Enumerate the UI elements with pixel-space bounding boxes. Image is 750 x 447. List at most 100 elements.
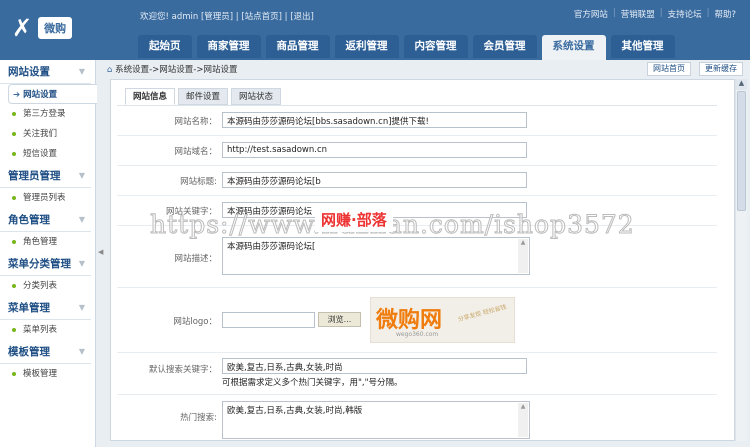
bullet-icon xyxy=(12,111,16,116)
nav-tab-products[interactable]: 商品管理 xyxy=(265,35,330,58)
sidebar-group-menus[interactable]: 菜单管理 ▼ xyxy=(0,296,91,320)
main-nav: 起始页 商家管理 商品管理 返利管理 内容管理 会员管理 系统设置 其他管理 xyxy=(138,35,675,60)
item-label: 分类列表 xyxy=(23,281,58,291)
settings-tabs: 网站信息 邮件设置 网站状态 xyxy=(125,88,282,105)
sidebar-item-third-party-login[interactable]: 第三方登录 xyxy=(0,104,95,124)
logo-preview-url: wego360.com xyxy=(396,331,439,338)
bullet-icon xyxy=(12,151,16,156)
logo-figure-icon: ✗ xyxy=(12,14,33,42)
site-name-input[interactable]: 本源码由莎莎源码论坛[bbs.sasadown.cn]提供下载! xyxy=(222,112,527,128)
default-keywords-input[interactable]: 欧美,复古,日系,古典,女装,时尚 xyxy=(222,358,527,374)
sidebar-group-site-settings[interactable]: 网站设置 ▼ xyxy=(0,60,91,84)
nav-tab-system[interactable]: 系统设置 xyxy=(541,35,606,60)
textarea-value: 本源码由莎莎源码论坛[ xyxy=(227,242,316,252)
bullet-icon xyxy=(12,371,16,376)
chevron-down-icon: ▼ xyxy=(78,303,85,312)
site-desc-label: 网站描述： xyxy=(174,254,217,264)
chevron-down-icon: ▼ xyxy=(78,171,85,180)
default-keywords-hint: 可根据需求定义多个热门关键字，用","号分隔。 xyxy=(222,378,403,388)
sidebar-item-category-list[interactable]: 分类列表 xyxy=(0,276,95,296)
triangle-left-icon: ◀ xyxy=(98,248,104,256)
tab-site-info[interactable]: 网站信息 xyxy=(125,88,176,105)
item-label: 网站设置 xyxy=(23,90,58,100)
chevron-down-icon: ▼ xyxy=(78,347,85,356)
hot-search-textarea[interactable]: 欧美,复古,日系,古典,女装,时尚,韩版 ▲ xyxy=(222,401,530,439)
sidebar-group-menu-categories[interactable]: 菜单分类管理 ▼ xyxy=(0,252,91,276)
bullet-icon xyxy=(12,283,16,288)
nav-tab-other[interactable]: 其他管理 xyxy=(610,35,675,58)
bullet-icon xyxy=(12,195,16,200)
link-official[interactable]: 官方网站 xyxy=(574,8,608,20)
site-name-label: 网站名称： xyxy=(174,117,217,127)
chevron-down-icon: ▼ xyxy=(78,215,85,224)
logo-preview-text: 微购网 xyxy=(376,308,443,333)
item-label: 菜单列表 xyxy=(23,325,58,335)
hot-search-label: 热门搜索: xyxy=(180,413,217,423)
sidebar-item-roles[interactable]: 角色管理 xyxy=(0,232,95,252)
sidebar-item-sms[interactable]: 短信设置 xyxy=(0,144,95,164)
scrollbar-thumb[interactable] xyxy=(737,91,746,211)
refresh-cache-button[interactable]: 更新缓存 xyxy=(699,62,743,76)
group-title: 菜单管理 xyxy=(8,302,50,314)
bullet-icon xyxy=(12,327,16,332)
tab-mail-settings[interactable]: 邮件设置 xyxy=(178,88,229,105)
bullet-icon xyxy=(12,239,16,244)
settings-form: 网站名称： 本源码由莎莎源码论坛[bbs.sasadown.cn]提供下载! 网站… xyxy=(117,105,717,441)
textarea-value: 欧美,复古,日系,古典,女装,时尚,韩版 xyxy=(227,406,363,416)
default-keywords-label: 默认搜索关键字： xyxy=(148,365,217,375)
item-label: 模板管理 xyxy=(23,369,58,379)
scrollbar[interactable]: ▲ xyxy=(518,239,528,273)
watermark-logo: 网赚·部落 xyxy=(315,207,393,232)
browse-button[interactable]: 浏览... xyxy=(318,312,361,327)
breadcrumb: ⌂ 系统设置->网站设置->网站设置 xyxy=(107,63,238,75)
logo-text: 微购 xyxy=(38,17,73,39)
site-title-input[interactable]: 本源码由莎莎源码论坛[b xyxy=(222,172,527,188)
nav-tab-rebates[interactable]: 返利管理 xyxy=(334,35,399,58)
logo-preview: 微购网 wego360.com 分享发现 轻松省钱 xyxy=(370,297,515,343)
sidebar-item-menu-list[interactable]: 菜单列表 xyxy=(0,320,95,340)
sidebar-collapse-toggle[interactable]: ◀ xyxy=(97,60,105,447)
item-label: 关注我们 xyxy=(23,129,58,139)
sidebar-group-admins[interactable]: 管理员管理 ▼ xyxy=(0,164,91,188)
nav-tab-merchants[interactable]: 商家管理 xyxy=(196,35,261,58)
item-label: 第三方登录 xyxy=(23,109,66,119)
group-title: 管理员管理 xyxy=(8,170,61,182)
page-scrollbar[interactable]: ▲ xyxy=(735,79,747,441)
top-links: 官方网站 | 营销联盟 | 支持论坛 | 帮助? xyxy=(573,8,736,20)
nav-tab-content[interactable]: 内容管理 xyxy=(403,35,468,58)
sidebar-item-admin-list[interactable]: 管理员列表 xyxy=(0,188,95,208)
scroll-up-icon[interactable]: ▲ xyxy=(736,79,747,90)
tab-site-status[interactable]: 网站状态 xyxy=(231,88,282,105)
breadcrumb-bar: ⌂ 系统设置->网站设置->网站设置 网站首页 更新缓存 xyxy=(105,60,750,78)
logo-file-input[interactable] xyxy=(222,312,315,328)
item-label: 管理员列表 xyxy=(23,193,66,203)
group-title: 角色管理 xyxy=(8,214,50,226)
group-title: 模板管理 xyxy=(8,346,50,358)
sidebar-group-roles[interactable]: 角色管理 ▼ xyxy=(0,208,91,232)
sidebar-item-site-settings[interactable]: ➔ 网站设置 xyxy=(8,84,98,104)
arrow-right-icon: ➔ xyxy=(13,90,24,100)
sidebar-item-templates[interactable]: 模板管理 xyxy=(0,364,95,384)
item-label: 角色管理 xyxy=(23,237,58,247)
site-logo-label: 网站logo： xyxy=(173,317,217,327)
link-help[interactable]: 帮助? xyxy=(714,8,736,20)
link-affiliate[interactable]: 营销联盟 xyxy=(621,8,655,20)
sidebar-item-follow-us[interactable]: 关注我们 xyxy=(0,124,95,144)
site-home-button[interactable]: 网站首页 xyxy=(647,62,691,76)
chevron-down-icon: ▼ xyxy=(78,67,85,76)
link-forum[interactable]: 支持论坛 xyxy=(668,8,702,20)
watermark-logo-text: 网赚·部落 xyxy=(321,211,387,229)
group-title: 网站设置 xyxy=(8,66,50,78)
logo-preview-slogan: 分享发现 轻松省钱 xyxy=(457,303,508,324)
site-desc-textarea[interactable]: 本源码由莎莎源码论坛[ ▲ xyxy=(222,237,530,275)
settings-panel: 网站信息 邮件设置 网站状态 网站名称： 本源码由莎莎源码论坛[bbs.sasad… xyxy=(110,79,735,441)
item-label: 短信设置 xyxy=(23,149,58,159)
header: ✗ 微购 欢迎您! admin [管理员] | [站点首页] | [退出] 官方网… xyxy=(0,0,750,60)
scrollbar[interactable]: ▲ xyxy=(518,403,528,437)
welcome-text: 欢迎您! admin [管理员] | [站点首页] | [退出] xyxy=(140,12,314,22)
nav-tab-start[interactable]: 起始页 xyxy=(138,35,192,58)
site-domain-input[interactable]: http://test.sasadown.cn xyxy=(222,142,527,158)
nav-tab-members[interactable]: 会员管理 xyxy=(472,35,537,58)
breadcrumb-text: 系统设置->网站设置->网站设置 xyxy=(115,65,238,75)
sidebar-group-templates[interactable]: 模板管理 ▼ xyxy=(0,340,91,364)
